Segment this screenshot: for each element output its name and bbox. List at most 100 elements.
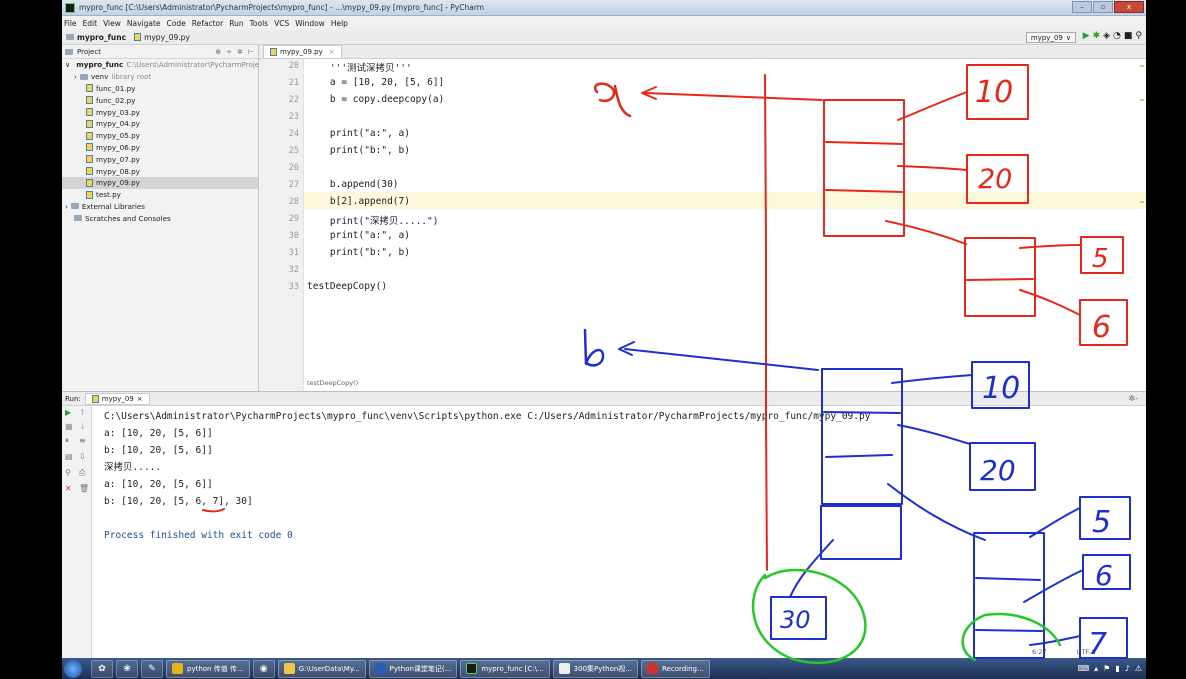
pin-icon[interactable]: ⚲: [65, 468, 71, 477]
tree-root[interactable]: ∨ mypro_func C:\Users\Administrator\Pych…: [62, 59, 266, 71]
colorful-app-icon[interactable]: ✿: [91, 659, 113, 678]
tree-item-file[interactable]: mypy_07.py: [62, 153, 258, 165]
pen-app-icon[interactable]: ✎: [141, 659, 163, 678]
down-arrow-icon[interactable]: ↓: [79, 422, 86, 431]
taskbar-item[interactable]: Recording...: [640, 659, 710, 678]
search-icon[interactable]: ⚲: [1135, 31, 1142, 41]
tree-item-file-selected[interactable]: mypy_09.py: [62, 176, 258, 189]
run-config-select[interactable]: mypy_09 ∨: [1025, 32, 1076, 43]
soft-wrap-icon[interactable]: ≡: [79, 436, 86, 445]
pause-icon[interactable]: ⏸: [65, 436, 69, 446]
volume-icon[interactable]: ♪: [1125, 664, 1130, 673]
flag-icon[interactable]: ⚑: [1103, 664, 1110, 673]
menu-file[interactable]: File: [64, 19, 77, 28]
tree-item-file[interactable]: func_01.py: [62, 83, 258, 95]
scroll-end-icon[interactable]: ⇩: [79, 452, 86, 461]
taskbar-item[interactable]: Python课堂笔记(...: [368, 659, 458, 678]
run-tab-mypy-09[interactable]: mypy_09 ×: [84, 392, 150, 405]
python-file-icon: [86, 119, 93, 128]
project-panel-header: Project ⊕ ÷ ✲ ⊢: [62, 45, 258, 59]
console-output[interactable]: C:\Users\Administrator\PycharmProjects\m…: [104, 408, 870, 544]
taskbar-item-label: mypro_func [C:\...: [481, 664, 544, 673]
menu-tools[interactable]: Tools: [250, 19, 268, 28]
close-icon[interactable]: ×: [137, 395, 143, 403]
editor-tab-mypy-09[interactable]: mypy_09.py ×: [263, 45, 342, 58]
debug-icon[interactable]: ✱: [1093, 31, 1101, 41]
arrow-icon[interactable]: ▴: [1094, 664, 1098, 673]
delete-icon[interactable]: 🗑: [79, 484, 89, 493]
tree-item-scratches[interactable]: Scratches and Consoles: [62, 212, 258, 224]
tree-item-external-libraries[interactable]: › External Libraries: [62, 201, 258, 213]
line-number: 24: [288, 129, 299, 139]
minimize-button[interactable]: –: [1072, 1, 1092, 13]
stop-icon[interactable]: ■: [1124, 31, 1133, 41]
menu-edit[interactable]: Edit: [83, 19, 98, 28]
collapse-icon[interactable]: ÷: [226, 48, 232, 56]
maximize-button[interactable]: ▫: [1093, 1, 1113, 13]
stop-icon[interactable]: ■: [65, 422, 73, 431]
gear-icon[interactable]: ✲-: [1128, 394, 1138, 403]
tree-item-file[interactable]: mypy_06.py: [62, 142, 258, 154]
nav-crumb-project[interactable]: mypro_func: [66, 33, 126, 42]
close-button[interactable]: x: [1114, 1, 1144, 13]
rerun-icon[interactable]: ▶: [65, 408, 71, 417]
run-panel: Run: mypy_09 × ✲- ▶ ↑ ■ ↓ ⏸ ≡ ▤ ⇩ ⚲ ⎙ ✕ …: [62, 391, 1146, 659]
menu-view[interactable]: View: [103, 19, 121, 28]
coverage-icon[interactable]: ◈: [1103, 31, 1110, 41]
gear-icon[interactable]: ✲: [237, 48, 243, 56]
keyboard-icon[interactable]: ⌨: [1078, 664, 1090, 673]
line-number: 33: [288, 282, 299, 292]
menu-run[interactable]: Run: [229, 19, 243, 28]
tree-item-file[interactable]: mypy_08.py: [62, 165, 258, 177]
tree-item-venv[interactable]: › venv library root: [62, 71, 258, 83]
tree-item-file[interactable]: func_02.py: [62, 94, 258, 106]
menu-code[interactable]: Code: [167, 19, 186, 28]
python-file-icon: [134, 33, 142, 41]
taskbar-item[interactable]: mypro_func [C:\...: [460, 659, 550, 678]
taskbar-item[interactable]: 300集Python视...: [552, 659, 638, 678]
taskbar-item[interactable]: python 传值 传...: [166, 659, 250, 678]
file-encoding[interactable]: UTF-8: [1077, 648, 1096, 656]
profile-icon[interactable]: ◔: [1113, 31, 1121, 41]
dump-threads-icon[interactable]: ▤: [65, 452, 73, 461]
tree-item-file[interactable]: mypy_03.py: [62, 106, 258, 118]
tree-item-file[interactable]: mypy_04.py: [62, 118, 258, 130]
menu-navigate[interactable]: Navigate: [127, 19, 161, 28]
menu-window[interactable]: Window: [295, 19, 325, 28]
menu-vcs[interactable]: VCS: [274, 19, 289, 28]
people-app-icon[interactable]: ❀: [116, 659, 138, 678]
taskbar-item-label: G:\UserData\My...: [298, 664, 360, 673]
cursor-position[interactable]: 6:27: [1032, 648, 1047, 656]
project-panel-title[interactable]: Project: [77, 48, 101, 56]
close-icon[interactable]: ×: [329, 48, 335, 56]
folder-icon: [79, 73, 88, 80]
locate-icon[interactable]: ⊕: [215, 48, 221, 56]
code-breadcrumb[interactable]: testDeepCopy(): [307, 379, 358, 387]
warning-icon[interactable]: ⚠: [1135, 664, 1142, 673]
up-arrow-icon[interactable]: ↑: [79, 408, 86, 417]
python-file-icon: [86, 84, 93, 93]
console-line: C:\Users\Administrator\PycharmProjects\m…: [104, 411, 871, 422]
scrollbar-marker[interactable]: [1140, 201, 1144, 203]
project-icon: [65, 48, 73, 55]
tree-item-file[interactable]: mypy_05.py: [62, 130, 258, 142]
menu-refactor[interactable]: Refactor: [192, 19, 223, 28]
network-icon[interactable]: ▮: [1115, 664, 1119, 673]
taskbar-item[interactable]: G:\UserData\My...: [277, 659, 366, 678]
run-icon[interactable]: ▶: [1083, 31, 1090, 41]
hide-icon[interactable]: ⊢: [248, 48, 254, 56]
scrollbar-marker[interactable]: [1140, 65, 1144, 67]
recording-icon: [646, 663, 658, 674]
line-number: 22: [288, 95, 299, 105]
code-line: print("a:", a): [307, 128, 410, 139]
close-icon[interactable]: ✕: [65, 484, 72, 493]
firefox-icon[interactable]: ◉: [252, 659, 275, 678]
nav-crumb-file[interactable]: mypy_09.py: [134, 33, 190, 42]
scrollbar-marker[interactable]: [1140, 99, 1144, 101]
nav-project-label: mypro_func: [77, 32, 127, 42]
start-button[interactable]: [64, 659, 82, 678]
menu-help[interactable]: Help: [331, 19, 348, 28]
tree-item-file[interactable]: test.py: [62, 189, 258, 201]
print-icon[interactable]: ⎙: [79, 468, 85, 478]
code-editor[interactable]: 20 21 22 23 24 25 26 27 28 29 30 31 32 3…: [259, 59, 1146, 391]
